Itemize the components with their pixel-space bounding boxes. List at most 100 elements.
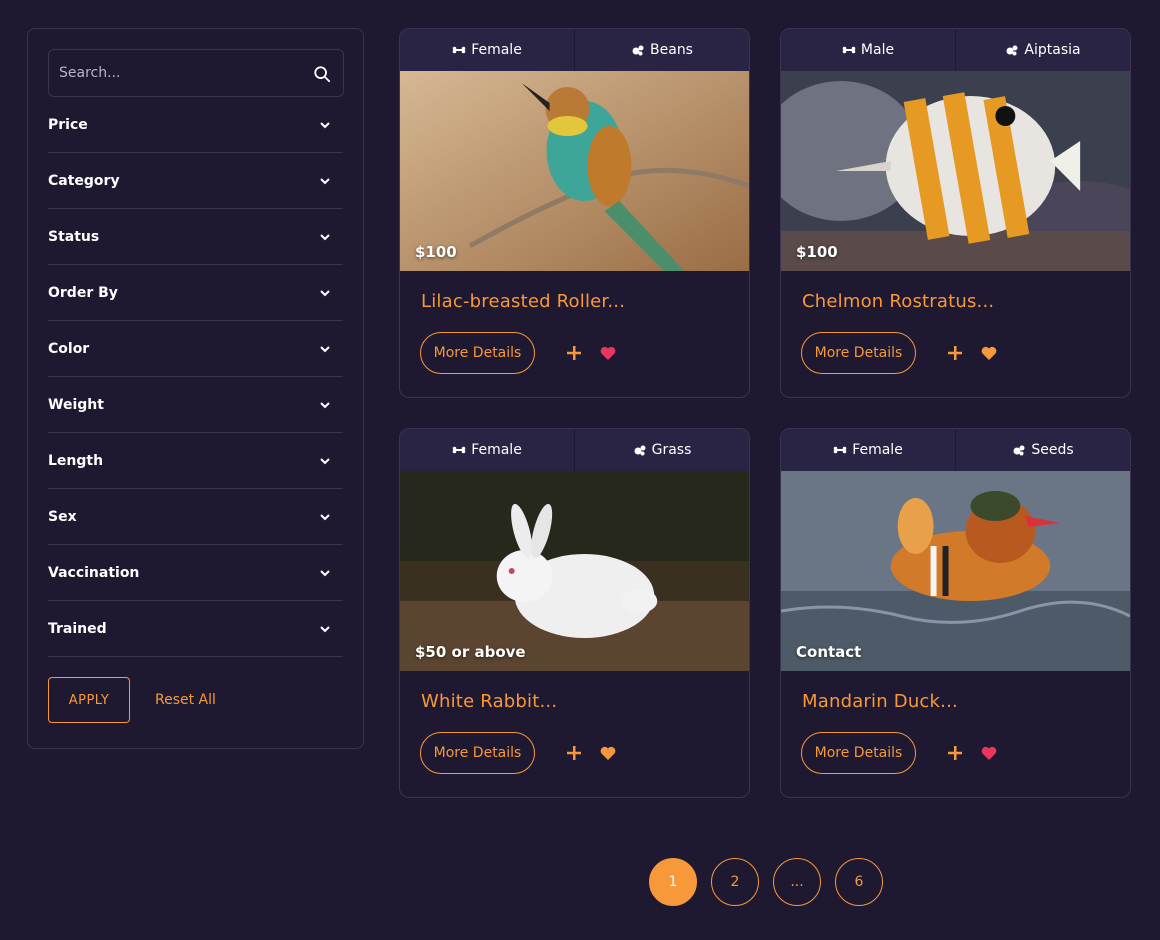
filter-label: Color: [48, 340, 90, 357]
sex-tag: Female: [781, 429, 955, 471]
card-actions: More Details: [801, 732, 1130, 774]
chevron-down-icon: [320, 289, 330, 296]
filter-label: Order By: [48, 284, 118, 301]
chevron-down-icon: [320, 457, 330, 464]
filter-label: Price: [48, 116, 88, 133]
chevron-down-icon: [320, 121, 330, 128]
search-input[interactable]: [49, 50, 343, 96]
heart-icon[interactable]: [981, 346, 997, 360]
pet-title[interactable]: Mandarin Duck...: [802, 691, 1130, 712]
pet-card: Female Seeds Contact Mandarin Duck... Mo…: [780, 428, 1131, 798]
plus-icon[interactable]: [567, 746, 581, 760]
filter-label: Status: [48, 228, 100, 245]
bone-icon: [833, 446, 847, 454]
filter-price[interactable]: Price: [48, 97, 343, 153]
price-label: Contact: [796, 643, 862, 661]
food-tag: Beans: [574, 29, 749, 71]
filter-category[interactable]: Category: [48, 153, 343, 209]
filter-label: Vaccination: [48, 564, 140, 581]
bone-icon: [452, 446, 466, 454]
filter-order-by[interactable]: Order By: [48, 265, 343, 321]
card-actions: More Details: [420, 332, 749, 374]
heart-icon[interactable]: [981, 746, 997, 760]
filter-sidebar: Price Category Status Order By Color Wei…: [27, 28, 364, 749]
pet-image[interactable]: Contact: [781, 471, 1130, 671]
food-tag: Aiptasia: [955, 29, 1130, 71]
heart-icon[interactable]: [600, 346, 616, 360]
sex-label: Female: [852, 442, 903, 458]
food-icon: [634, 445, 646, 456]
food-icon: [1013, 445, 1025, 456]
more-details-button[interactable]: More Details: [801, 732, 916, 774]
plus-icon[interactable]: [948, 346, 962, 360]
filter-color[interactable]: Color: [48, 321, 343, 377]
filter-actions: APPLY Reset All: [48, 677, 343, 723]
duck-photo: [781, 471, 1130, 671]
filter-label: Weight: [48, 396, 104, 413]
sex-label: Female: [471, 42, 522, 58]
card-actions: More Details: [420, 732, 749, 774]
food-label: Seeds: [1031, 442, 1074, 458]
bird-photo: [400, 71, 749, 271]
food-icon: [632, 45, 644, 56]
chevron-down-icon: [320, 569, 330, 576]
pet-title[interactable]: White Rabbit...: [421, 691, 749, 712]
pagination: 1 2 ... 6: [649, 858, 883, 906]
filter-label: Length: [48, 452, 104, 469]
pet-image[interactable]: $100: [781, 71, 1130, 271]
food-tag: Grass: [574, 429, 749, 471]
food-icon: [1006, 45, 1018, 56]
filter-status[interactable]: Status: [48, 209, 343, 265]
chevron-down-icon: [320, 233, 330, 240]
sex-tag: Male: [781, 29, 955, 71]
chevron-down-icon: [320, 625, 330, 632]
pet-image[interactable]: $100: [400, 71, 749, 271]
price-label: $100: [415, 243, 457, 261]
filter-label: Trained: [48, 620, 107, 637]
pet-card: Female Beans $100 Lilac-breasted Roller.…: [399, 28, 750, 398]
chevron-down-icon: [320, 401, 330, 408]
heart-icon[interactable]: [600, 746, 616, 760]
filter-label: Sex: [48, 508, 77, 525]
chevron-down-icon: [320, 345, 330, 352]
card-actions: More Details: [801, 332, 1130, 374]
sex-label: Female: [471, 442, 522, 458]
food-label: Grass: [651, 442, 692, 458]
page-6-button[interactable]: 6: [835, 858, 883, 906]
sex-label: Male: [860, 42, 895, 58]
plus-icon[interactable]: [948, 746, 962, 760]
filter-trained[interactable]: Trained: [48, 601, 343, 657]
apply-button[interactable]: APPLY: [48, 677, 130, 723]
search-icon[interactable]: [313, 65, 331, 83]
filter-sex[interactable]: Sex: [48, 489, 343, 545]
bone-icon: [842, 46, 856, 54]
pet-card: Male Aiptasia $100 Chelmon Rostratus... …: [780, 28, 1131, 398]
pet-image[interactable]: $50 or above: [400, 471, 749, 671]
page-2-button[interactable]: 2: [711, 858, 759, 906]
chevron-down-icon: [320, 513, 330, 520]
filter-vaccination[interactable]: Vaccination: [48, 545, 343, 601]
filter-length[interactable]: Length: [48, 433, 343, 489]
search-box: [48, 49, 344, 97]
food-tag: Seeds: [955, 429, 1130, 471]
card-tags: Female Beans: [400, 29, 749, 71]
food-label: Aiptasia: [1024, 42, 1081, 58]
price-label: $100: [796, 243, 838, 261]
pet-title[interactable]: Lilac-breasted Roller...: [421, 291, 749, 312]
more-details-button[interactable]: More Details: [420, 732, 535, 774]
chevron-down-icon: [320, 177, 330, 184]
more-details-button[interactable]: More Details: [420, 332, 535, 374]
card-tags: Male Aiptasia: [781, 29, 1130, 71]
sex-tag: Female: [400, 29, 574, 71]
page-ellipsis[interactable]: ...: [773, 858, 821, 906]
fish-photo: [781, 71, 1130, 271]
filter-weight[interactable]: Weight: [48, 377, 343, 433]
pet-title[interactable]: Chelmon Rostratus...: [802, 291, 1130, 312]
reset-all-link[interactable]: Reset All: [155, 692, 216, 708]
more-details-button[interactable]: More Details: [801, 332, 916, 374]
page-1-button[interactable]: 1: [649, 858, 697, 906]
price-label: $50 or above: [415, 643, 526, 661]
plus-icon[interactable]: [567, 346, 581, 360]
card-tags: Female Grass: [400, 429, 749, 471]
filter-label: Category: [48, 172, 120, 189]
